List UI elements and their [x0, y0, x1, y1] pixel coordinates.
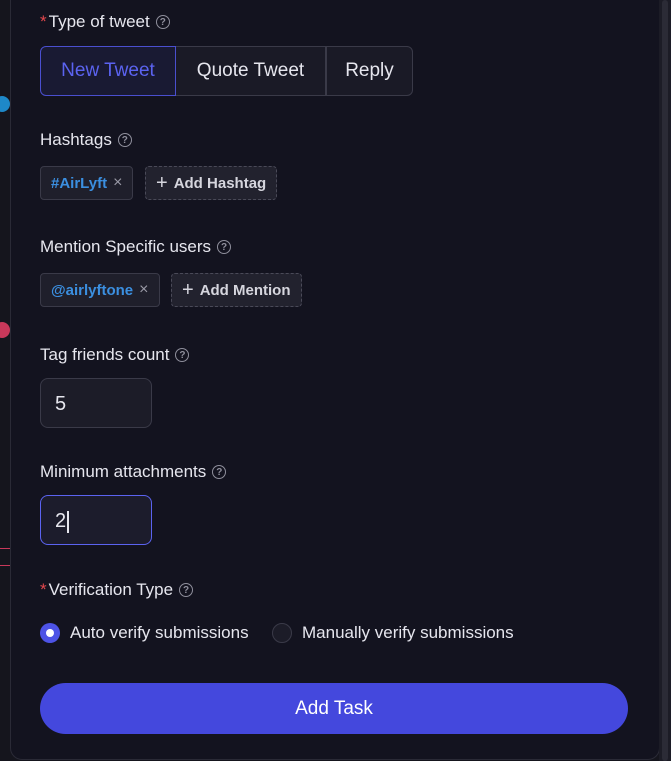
- background-app-icon: [0, 322, 10, 338]
- mention-chip: @airlyftone ×: [40, 273, 160, 307]
- mention-chip-label: @airlyftone: [51, 281, 134, 299]
- plus-icon: +: [156, 172, 168, 194]
- radio-selected-icon: [40, 623, 60, 643]
- question-circle-icon[interactable]: ?: [212, 465, 227, 479]
- add-task-button[interactable]: Add Task: [40, 683, 628, 734]
- close-icon[interactable]: ×: [113, 174, 122, 192]
- tweet-type-segmented-control: New Tweet Quote Tweet Reply: [40, 46, 413, 96]
- mentions-label: Mention Specific users ?: [40, 237, 232, 257]
- text-caret: [67, 510, 70, 533]
- background-app-icon: [0, 96, 10, 112]
- radio-auto-verify[interactable]: Auto verify submissions: [40, 623, 249, 643]
- tag-friends-count-input[interactable]: 5: [40, 378, 152, 428]
- tag-friends-label: Tag friends count ?: [40, 345, 190, 365]
- close-icon[interactable]: ×: [139, 281, 148, 299]
- tweet-type-option-reply[interactable]: Reply: [326, 46, 413, 96]
- required-marker: *: [40, 12, 47, 31]
- radio-unselected-icon: [272, 623, 292, 643]
- hashtags-label: Hashtags ?: [40, 130, 132, 150]
- question-circle-icon[interactable]: ?: [155, 15, 170, 29]
- question-circle-icon[interactable]: ?: [217, 240, 232, 254]
- question-circle-icon[interactable]: ?: [117, 133, 132, 147]
- radio-manual-verify[interactable]: Manually verify submissions: [272, 623, 514, 643]
- hashtag-chip: #AirLyft ×: [40, 166, 134, 200]
- verification-type-label: * Verification Type ?: [40, 580, 194, 600]
- plus-icon: +: [182, 279, 194, 301]
- question-circle-icon[interactable]: ?: [179, 583, 194, 597]
- hashtag-chip-label: #AirLyft: [51, 174, 108, 192]
- add-mention-button[interactable]: + Add Mention: [171, 273, 302, 307]
- question-circle-icon[interactable]: ?: [175, 348, 190, 362]
- add-hashtag-button[interactable]: + Add Hashtag: [145, 166, 278, 200]
- required-marker: *: [40, 580, 47, 599]
- tweet-type-option-new-tweet[interactable]: New Tweet: [40, 46, 176, 96]
- tweet-type-label: * Type of tweet ?: [40, 12, 170, 32]
- min-attachments-input[interactable]: 2: [40, 495, 152, 545]
- tweet-type-option-quote-tweet[interactable]: Quote Tweet: [176, 46, 326, 96]
- min-attachments-label: Minimum attachments ?: [40, 462, 227, 482]
- scrollbar[interactable]: [659, 0, 671, 761]
